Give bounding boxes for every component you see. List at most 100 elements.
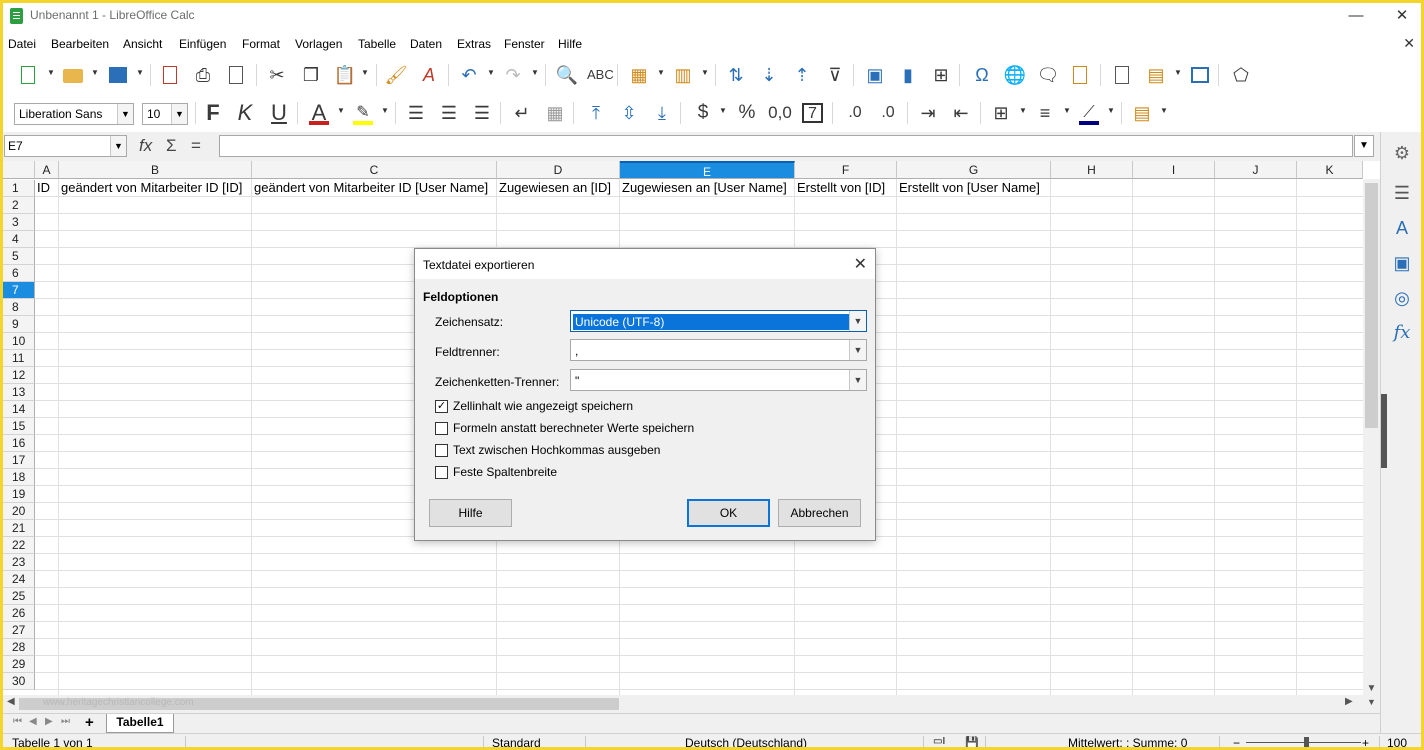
row-header-16[interactable]: 16 <box>3 435 35 452</box>
cut-icon[interactable]: ✂ <box>265 64 289 86</box>
number-format-icon[interactable]: 0,0 <box>768 101 792 125</box>
print-preview-icon[interactable] <box>225 64 249 86</box>
cell-b1[interactable]: geändert von Mitarbeiter ID [ID] <box>61 180 242 196</box>
column-header-a[interactable]: A <box>35 161 59 179</box>
pivot-table-icon[interactable]: ⊞ <box>929 64 953 86</box>
row-header-8[interactable]: 8 <box>3 299 35 316</box>
add-decimal-icon[interactable]: .0 <box>843 101 867 125</box>
menu-bearbeiten[interactable]: Bearbeiten <box>51 37 109 51</box>
next-sheet-icon[interactable]: ▶ <box>45 716 53 727</box>
conditional-format-icon[interactable]: ▤ <box>1130 101 1154 125</box>
borders-dropdown-icon[interactable]: ▼ <box>1019 106 1027 116</box>
name-box[interactable]: E7 ▼ <box>4 135 127 157</box>
checkbox-icon[interactable] <box>435 422 448 435</box>
gallery-icon[interactable]: ▣ <box>1391 252 1413 274</box>
redo-dropdown-icon[interactable]: ▼ <box>531 68 539 78</box>
quote-text-checkbox[interactable]: Text zwischen Hochkommas ausgeben <box>435 443 665 459</box>
save-dropdown-icon[interactable]: ▼ <box>136 68 144 78</box>
menu-vorlagen[interactable]: Vorlagen <box>295 37 342 51</box>
align-right-icon[interactable]: ☰ <box>470 101 494 125</box>
close-window-button[interactable]: ✕ <box>1379 3 1421 32</box>
scroll-right-icon[interactable]: ▶ <box>1345 696 1353 707</box>
expand-formula-icon[interactable]: ▼ <box>1354 135 1374 157</box>
menu-extras[interactable]: Extras <box>457 37 491 51</box>
functions-icon[interactable]: fx <box>1391 322 1413 344</box>
insert-image-icon[interactable]: ▣ <box>863 64 887 86</box>
column-header-k[interactable]: K <box>1297 161 1363 179</box>
open-folder-icon[interactable] <box>61 64 85 86</box>
chevron-down-icon[interactable]: ▼ <box>171 104 187 124</box>
column-header-c[interactable]: C <box>252 161 497 179</box>
column-icon[interactable]: ▥ <box>671 64 695 86</box>
page-style[interactable]: Standard <box>492 736 541 747</box>
chevron-down-icon[interactable]: ▼ <box>849 370 866 390</box>
undo-icon[interactable]: ↶ <box>457 64 481 86</box>
menu-einfuegen[interactable]: Einfügen <box>179 37 226 51</box>
align-left-icon[interactable]: ☰ <box>404 101 428 125</box>
properties-icon[interactable]: ☰ <box>1391 182 1413 204</box>
last-sheet-icon[interactable]: ⏭ <box>61 716 70 727</box>
cell-a1[interactable]: ID <box>37 180 50 196</box>
charset-select[interactable]: Unicode (UTF-8) ▼ <box>570 310 867 332</box>
conditional-format-dropdown-icon[interactable]: ▼ <box>1160 106 1168 116</box>
font-color-icon[interactable]: A <box>307 101 331 125</box>
cell-d1[interactable]: Zugewiesen an [ID] <box>499 180 611 196</box>
checkbox-icon[interactable] <box>435 444 448 457</box>
row-header-25[interactable]: 25 <box>3 588 35 605</box>
row-header-5[interactable]: 5 <box>3 248 35 265</box>
delete-decimal-icon[interactable]: .0 <box>876 101 900 125</box>
row-header-6[interactable]: 6 <box>3 265 35 282</box>
freeze-rows-icon[interactable]: ▤ <box>1144 64 1168 86</box>
font-name-box[interactable]: Liberation Sans ▼ <box>14 103 134 125</box>
underline-icon[interactable]: U <box>267 101 291 125</box>
spelling-icon[interactable]: ABC <box>587 64 614 86</box>
help-button[interactable]: Hilfe <box>429 499 512 527</box>
sheet-tab-tabelle1[interactable]: Tabelle1 <box>106 714 174 733</box>
column-header-g[interactable]: G <box>897 161 1051 179</box>
undo-dropdown-icon[interactable]: ▼ <box>487 68 495 78</box>
header-footer-icon[interactable] <box>1069 64 1093 86</box>
menu-tabelle[interactable]: Tabelle <box>358 37 396 51</box>
close-document-icon[interactable]: ✕ <box>1403 35 1415 52</box>
cell-e1[interactable]: Zugewiesen an [User Name] <box>622 180 787 196</box>
autofilter-icon[interactable]: ⊽ <box>823 64 847 86</box>
save-icon[interactable] <box>106 64 130 86</box>
row-header-23[interactable]: 23 <box>3 554 35 571</box>
column-header-j[interactable]: J <box>1215 161 1297 179</box>
menu-daten[interactable]: Daten <box>410 37 442 51</box>
bold-icon[interactable]: F <box>201 101 225 125</box>
row-header-22[interactable]: 22 <box>3 537 35 554</box>
column-header-i[interactable]: I <box>1133 161 1215 179</box>
align-bottom-icon[interactable]: ⤓ <box>650 101 674 125</box>
font-color-dropdown-icon[interactable]: ▼ <box>337 106 345 116</box>
row-header-10[interactable]: 10 <box>3 333 35 350</box>
copy-icon[interactable]: ❐ <box>299 64 323 86</box>
new-dropdown-icon[interactable]: ▼ <box>47 68 55 78</box>
special-character-icon[interactable]: Ω <box>970 64 994 86</box>
date-format-icon[interactable]: 7 <box>802 103 823 123</box>
row-header-3[interactable]: 3 <box>3 214 35 231</box>
row-header-27[interactable]: 27 <box>3 622 35 639</box>
formula-input[interactable] <box>219 135 1353 157</box>
column-header-e[interactable]: E <box>620 161 795 179</box>
vertical-scroll-thumb[interactable] <box>1365 183 1378 428</box>
prev-sheet-icon[interactable]: ◀ <box>29 716 37 727</box>
function-wizard-icon[interactable]: fx <box>139 136 152 156</box>
print-icon[interactable]: ⎙ <box>191 64 215 86</box>
row-dropdown-icon[interactable]: ▼ <box>657 68 665 78</box>
row-header-19[interactable]: 19 <box>3 486 35 503</box>
first-sheet-icon[interactable]: ⏮ <box>13 716 22 727</box>
menu-fenster[interactable]: Fenster <box>504 37 545 51</box>
show-draw-functions-icon[interactable]: ⬠ <box>1229 64 1253 86</box>
paste-icon[interactable]: 📋 <box>333 64 357 86</box>
paste-dropdown-icon[interactable]: ▼ <box>361 68 369 78</box>
row-header-4[interactable]: 4 <box>3 231 35 248</box>
export-pdf-icon[interactable] <box>159 64 183 86</box>
row-header-20[interactable]: 20 <box>3 503 35 520</box>
clear-formatting-icon[interactable]: A <box>417 64 441 86</box>
currency-icon[interactable]: $ <box>691 101 715 125</box>
freeze-dropdown-icon[interactable]: ▼ <box>1174 68 1182 78</box>
borders-icon[interactable]: ⊞ <box>989 101 1013 125</box>
row-header-21[interactable]: 21 <box>3 520 35 537</box>
scroll-down-icon[interactable]: ▼ <box>1367 697 1376 707</box>
